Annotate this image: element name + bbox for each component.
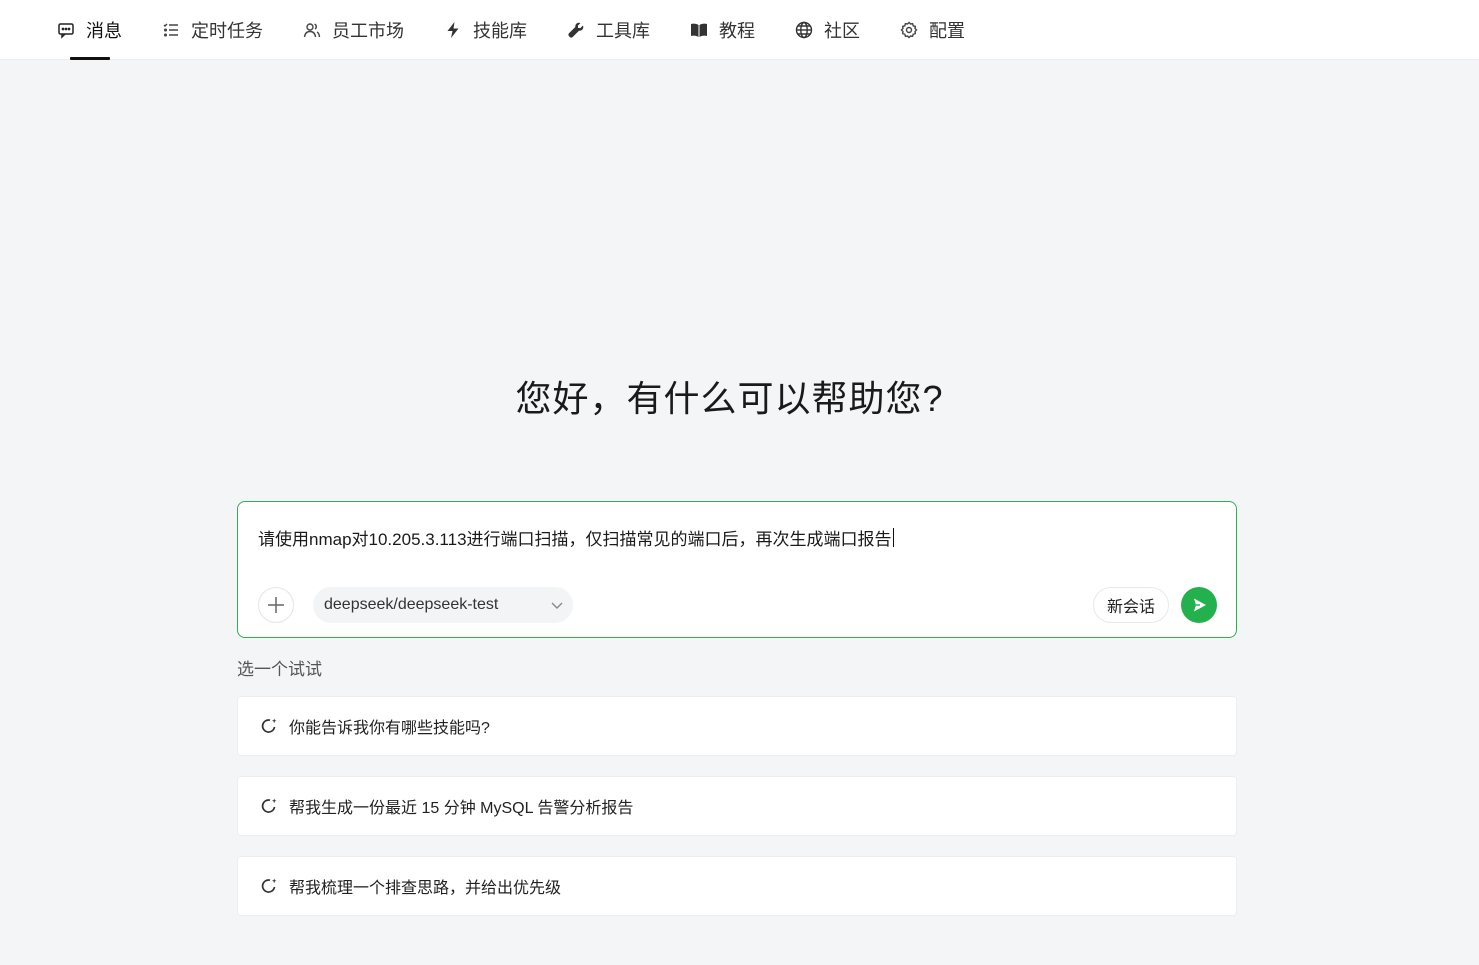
greeting-title: 您好，有什么可以帮助您? (515, 378, 944, 419)
lightning-icon (444, 21, 462, 39)
model-select-value: deepseek/deepseek-test (324, 596, 499, 613)
chevron-down-icon (550, 598, 564, 612)
refresh-sparkle-icon (259, 716, 279, 736)
users-icon (303, 21, 321, 39)
nav-label: 配置 (929, 20, 965, 41)
text-caret (892, 527, 894, 547)
message-input[interactable]: 请使用nmap对10.205.3.113进行端口扫描，仅扫描常见的端口后，再次生… (258, 524, 1218, 550)
attach-button[interactable] (258, 587, 294, 623)
nav-label: 工具库 (596, 20, 650, 41)
top-navigation: 消息 定时任务 员工市场 技能库 工具库 教程 社区 配置 (0, 0, 1479, 60)
nav-item-tools[interactable]: 工具库 (567, 0, 650, 60)
nav-label: 教程 (719, 20, 755, 41)
nav-item-community[interactable]: 社区 (795, 0, 860, 60)
nav-item-messages[interactable]: 消息 (57, 0, 122, 60)
list-icon (162, 21, 180, 39)
suggestion-label: 帮我生成一份最近 15 分钟 MySQL 告警分析报告 (289, 800, 634, 817)
globe-icon (795, 21, 813, 39)
nav-item-employee-market[interactable]: 员工市场 (303, 0, 404, 60)
message-composer: 请使用nmap对10.205.3.113进行端口扫描，仅扫描常见的端口后，再次生… (237, 501, 1237, 638)
nav-item-scheduled-tasks[interactable]: 定时任务 (162, 0, 263, 60)
suggestion-item[interactable]: 帮我梳理一个排查思路，并给出优先级 (237, 856, 1237, 916)
send-button[interactable] (1181, 587, 1217, 623)
nav-label: 定时任务 (191, 20, 263, 41)
message-icon (57, 21, 75, 39)
nav-label: 员工市场 (332, 20, 404, 41)
nav-item-skills[interactable]: 技能库 (444, 0, 527, 60)
plus-icon (266, 595, 286, 615)
suggestion-label: 你能告诉我你有哪些技能吗? (289, 720, 490, 737)
refresh-sparkle-icon (259, 796, 279, 816)
message-input-text: 请使用nmap对10.205.3.113进行端口扫描，仅扫描常见的端口后，再次生… (258, 529, 892, 549)
send-icon (1190, 596, 1208, 614)
nav-label: 技能库 (473, 20, 527, 41)
book-icon (690, 21, 708, 39)
model-select[interactable]: deepseek/deepseek-test (313, 587, 573, 623)
suggestion-item[interactable]: 你能告诉我你有哪些技能吗? (237, 696, 1237, 756)
suggestion-label: 帮我梳理一个排查思路，并给出优先级 (289, 880, 562, 897)
nav-item-tutorial[interactable]: 教程 (690, 0, 755, 60)
gear-icon (900, 21, 918, 39)
nav-label: 消息 (86, 20, 122, 41)
new-session-button[interactable]: 新会话 (1093, 587, 1169, 623)
suggestion-item[interactable]: 帮我生成一份最近 15 分钟 MySQL 告警分析报告 (237, 776, 1237, 836)
nav-item-settings[interactable]: 配置 (900, 0, 965, 60)
wrench-icon (567, 21, 585, 39)
refresh-sparkle-icon (259, 876, 279, 896)
nav-label: 社区 (824, 20, 860, 41)
suggestions-title: 选一个试试 (237, 660, 322, 679)
